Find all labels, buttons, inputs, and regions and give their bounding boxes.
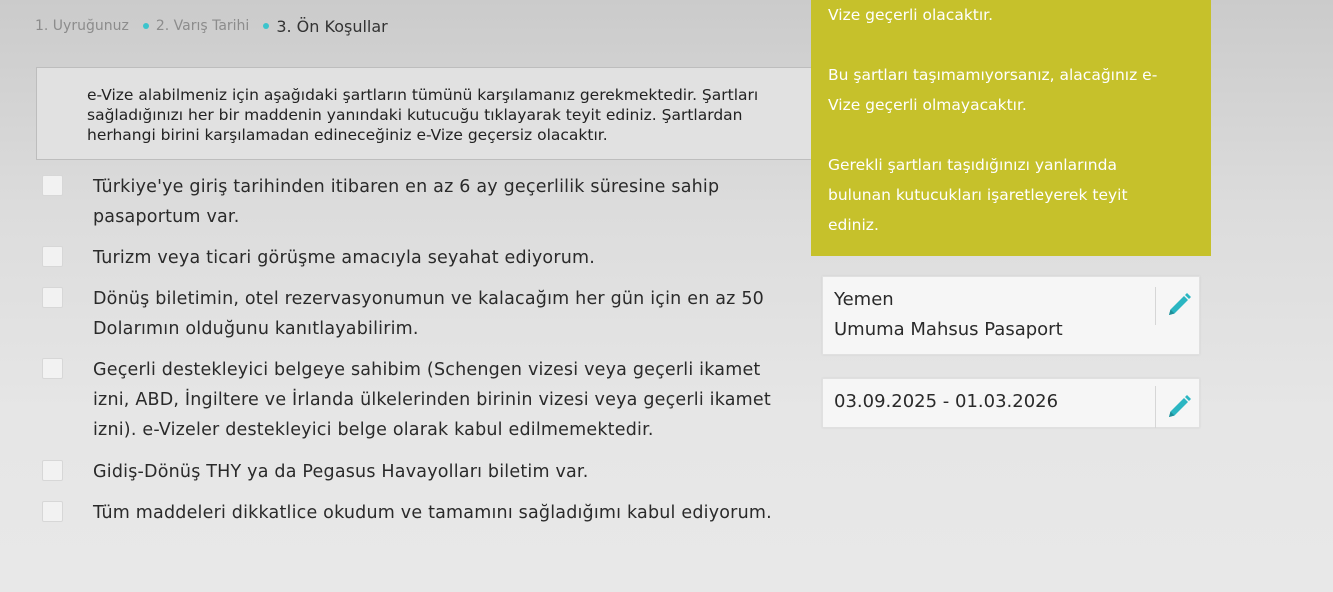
country-value: Yemen — [834, 289, 894, 310]
breadcrumb-step-arrival-date[interactable]: 2. Varış Tarihi — [156, 18, 250, 34]
condition-label: Turizm veya ticari görüşme amacıyla seya… — [93, 248, 596, 268]
info-panel-line: Gerekli şartları taşıdığınızı yanlarında — [828, 156, 1117, 174]
pencil-icon — [1169, 293, 1191, 315]
breadcrumb: 1. Uyruğunuz 2. Varış Tarihi 3. Ön Koşul… — [35, 15, 388, 37]
date-range-summary-card: 03.09.2025 - 01.03.2026 — [822, 378, 1200, 428]
date-range-value: 03.09.2025 - 01.03.2026 — [834, 391, 1059, 412]
info-panel-line: Vize geçerli olacaktır. — [828, 6, 994, 24]
condition-label: Gidiş-Dönüş THY ya da Pegasus Havayollar… — [93, 462, 589, 482]
condition-label: Türkiye'ye giriş tarihinden itibaren en … — [93, 177, 720, 227]
condition-checkbox[interactable] — [42, 460, 63, 481]
breadcrumb-separator-dot — [263, 23, 270, 29]
info-panel-line: ediniz. — [828, 216, 879, 234]
card-divider — [1155, 287, 1156, 325]
condition-label: Tüm maddeleri dikkatlice okudum ve tamam… — [93, 503, 772, 523]
info-panel-line: Bu şartları taşımamıyorsanız, alacağınız… — [828, 66, 1158, 84]
condition-checkbox[interactable] — [42, 246, 63, 267]
info-panel: Vize geçerli olacaktır. Bu şartları taşı… — [811, 0, 1211, 256]
condition-checkbox[interactable] — [42, 358, 63, 379]
condition-label: Geçerli destekleyici belgeye sahibim (Sc… — [93, 360, 771, 440]
condition-checkbox[interactable] — [42, 501, 63, 522]
condition-checkbox[interactable] — [42, 175, 63, 196]
pencil-icon — [1169, 395, 1191, 417]
breadcrumb-step-nationality[interactable]: 1. Uyruğunuz — [35, 18, 129, 34]
condition-label: Dönüş biletimin, otel rezervasyonumun ve… — [93, 289, 764, 339]
requirements-notice-text: e-Vize alabilmeniz için aşağıdaki şartla… — [87, 86, 759, 144]
condition-checkbox[interactable] — [42, 287, 63, 308]
info-panel-line: Vize geçerli olmayacaktır. — [828, 96, 1027, 114]
edit-date-button[interactable] — [1164, 392, 1194, 422]
edit-nationality-button[interactable] — [1164, 290, 1194, 320]
card-divider — [1155, 386, 1156, 428]
info-panel-line: bulunan kutucukları işaretleyerek teyit — [828, 186, 1128, 204]
passport-type-value: Umuma Mahsus Pasaport — [834, 319, 1063, 340]
nationality-summary-card: Yemen Umuma Mahsus Pasaport — [822, 276, 1200, 355]
requirements-notice: e-Vize alabilmeniz için aşağıdaki şartla… — [36, 67, 817, 160]
breadcrumb-separator-dot — [142, 23, 149, 29]
breadcrumb-step-prerequisites: 3. Ön Koşullar — [276, 16, 388, 36]
